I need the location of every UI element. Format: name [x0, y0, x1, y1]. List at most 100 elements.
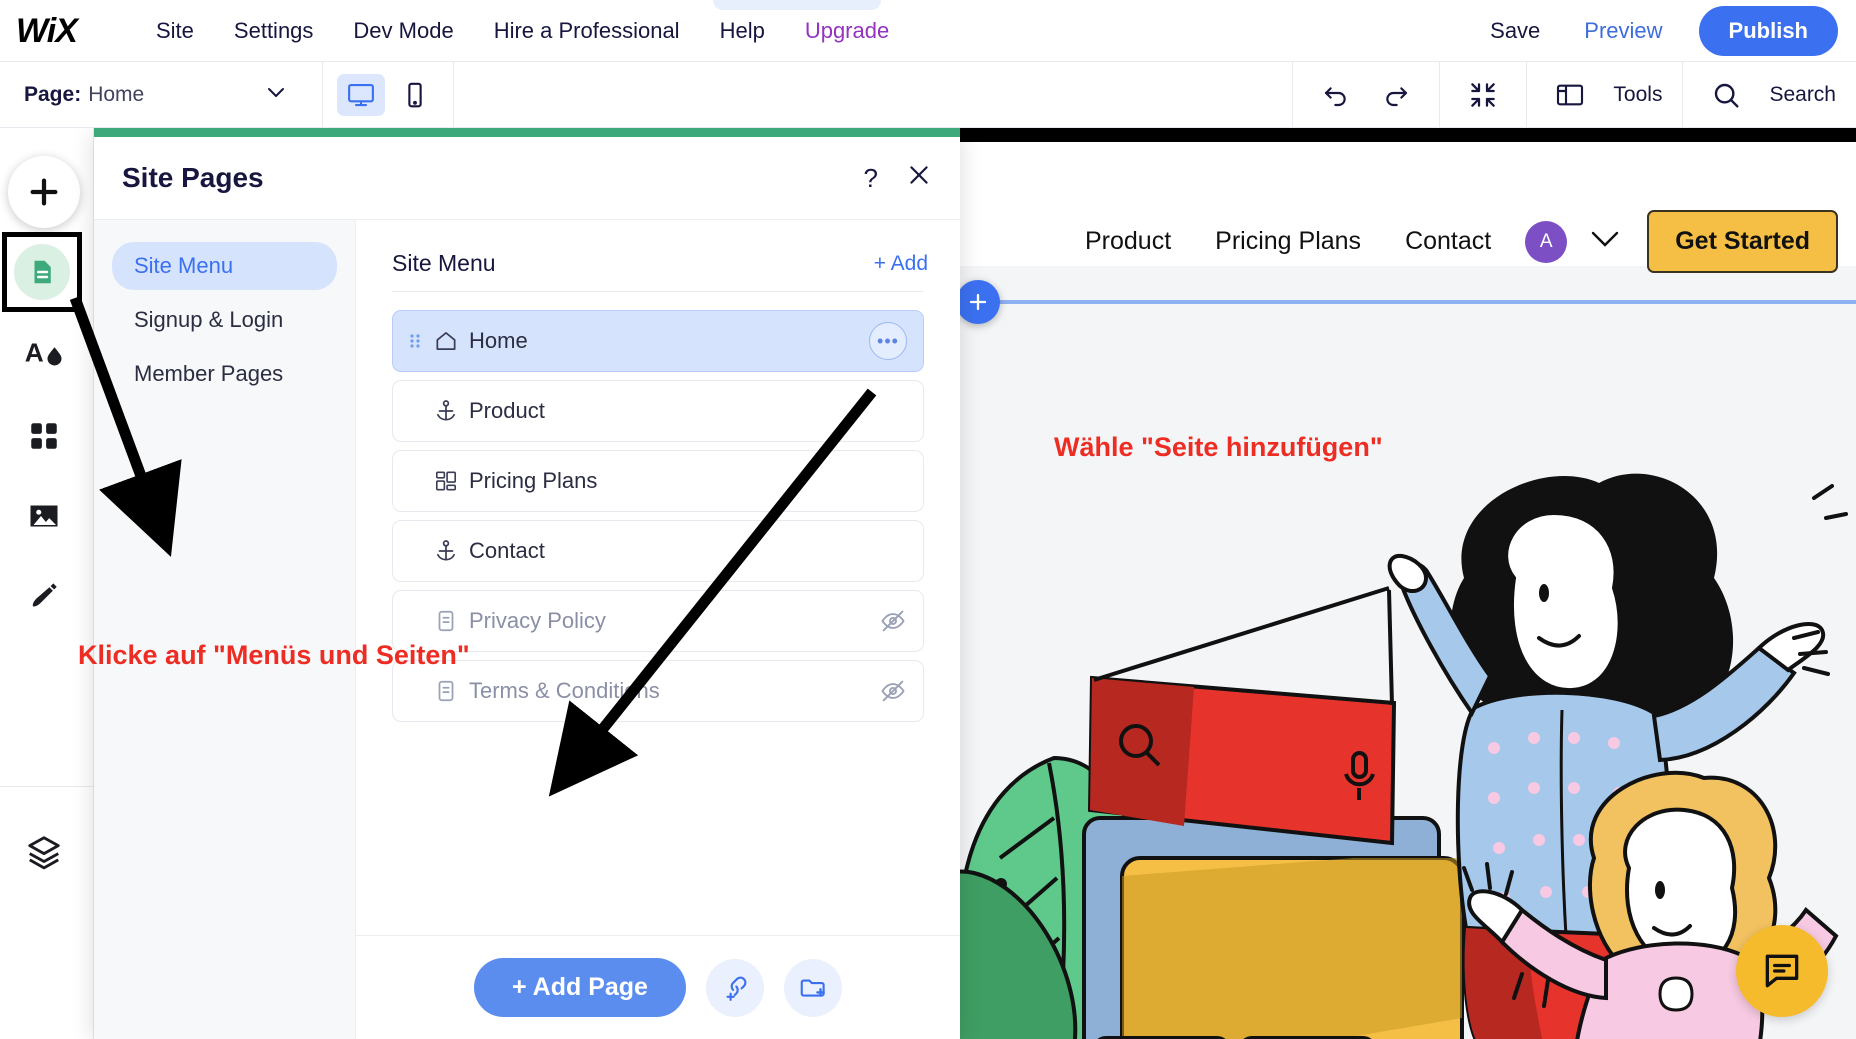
hero-illustration	[854, 458, 1856, 1039]
sidebar-item-site-pages[interactable]	[2, 232, 82, 312]
pages-list: Home ••• Product	[356, 292, 960, 935]
tools-panel-icon	[1547, 72, 1593, 118]
table-row[interactable]: Pricing Plans	[392, 450, 924, 512]
avatar[interactable]: A	[1525, 221, 1567, 263]
grid-icon	[429, 468, 463, 494]
panel-header-actions: ?	[864, 162, 932, 195]
sidebar-item-media[interactable]	[8, 482, 80, 554]
top-bar-actions: Save Preview Publish	[1468, 6, 1856, 56]
sidebar-item-blog[interactable]	[8, 562, 80, 634]
page-label: Terms & Conditions	[469, 678, 660, 704]
page-selector-label: Page:	[24, 83, 81, 107]
page-label: Product	[469, 398, 545, 424]
menu-upgrade[interactable]: Upgrade	[785, 12, 909, 50]
save-button[interactable]: Save	[1468, 12, 1562, 50]
sidebar-item-layers[interactable]	[8, 818, 80, 890]
page-selector[interactable]: Page: Home	[0, 78, 322, 111]
table-row[interactable]: Privacy Policy	[392, 590, 924, 652]
svg-text:WiX: WiX	[16, 12, 80, 50]
site-top-strip	[960, 128, 1856, 142]
menu-hire-a-professional[interactable]: Hire a Professional	[474, 12, 700, 50]
top-menu: Site Settings Dev Mode Hire a Profession…	[136, 12, 909, 50]
hidden-page-indicator[interactable]	[879, 677, 907, 705]
page-title: Site Pages	[122, 162, 264, 194]
publish-button[interactable]: Publish	[1699, 6, 1838, 56]
document-icon	[429, 678, 463, 704]
layers-icon	[25, 833, 63, 876]
panel-nav-signup-login[interactable]: Signup & Login	[112, 296, 337, 344]
history-group	[1293, 62, 1439, 128]
row-actions: •••	[869, 322, 907, 360]
hidden-page-indicator[interactable]	[879, 607, 907, 635]
page-label: Contact	[469, 538, 545, 564]
table-row[interactable]: Product	[392, 380, 924, 442]
rail-divider	[0, 786, 94, 787]
menu-site[interactable]: Site	[136, 12, 214, 50]
menu-help[interactable]: Help	[700, 12, 785, 50]
site-nav: Product Pricing Plans Contact A Get Star…	[1063, 210, 1838, 273]
svg-text:A: A	[25, 337, 44, 367]
anchor-icon	[429, 538, 463, 564]
site-header: Product Pricing Plans Contact A Get Star…	[960, 142, 1856, 266]
chat-button[interactable]	[1736, 925, 1828, 1017]
panel-nav-site-menu[interactable]: Site Menu	[112, 242, 337, 290]
site-nav-pricing-plans[interactable]: Pricing Plans	[1193, 227, 1383, 256]
add-elements-button[interactable]	[8, 156, 80, 228]
anchor-icon	[429, 398, 463, 424]
site-nav-contact[interactable]: Contact	[1383, 227, 1513, 256]
more-options-button[interactable]: •••	[869, 322, 907, 360]
panel-nav-member-pages[interactable]: Member Pages	[112, 350, 337, 398]
panel-footer: + Add Page	[356, 935, 960, 1039]
mobile-view-button[interactable]	[391, 74, 439, 116]
toolbar-divider-2	[453, 62, 454, 128]
menu-settings[interactable]: Settings	[214, 12, 334, 50]
tools-label: Tools	[1613, 83, 1662, 107]
pages-section-title: Site Menu	[392, 250, 496, 277]
table-row[interactable]: Home •••	[392, 310, 924, 372]
search-icon	[1703, 72, 1749, 118]
chevron-down-icon[interactable]	[1585, 226, 1625, 257]
panel-accent-bar	[94, 128, 960, 137]
add-folder-icon[interactable]	[784, 959, 842, 1017]
table-row[interactable]: Terms & Conditions	[392, 660, 924, 722]
add-page-button[interactable]: + Add Page	[474, 958, 686, 1017]
pen-icon	[26, 578, 62, 619]
search-label: Search	[1769, 83, 1836, 107]
zoom-group	[1440, 62, 1526, 128]
preview-button[interactable]: Preview	[1562, 12, 1684, 50]
redo-icon[interactable]	[1373, 72, 1419, 118]
home-icon	[429, 328, 463, 354]
sidebar-item-site-design[interactable]: A	[8, 322, 80, 394]
pages-icon	[14, 244, 70, 300]
table-row[interactable]: Contact	[392, 520, 924, 582]
page-label: Home	[469, 328, 528, 354]
desktop-view-button[interactable]	[337, 74, 385, 116]
chevron-down-icon	[262, 78, 290, 111]
add-section-button[interactable]	[956, 280, 1000, 324]
add-link-icon[interactable]	[706, 959, 764, 1017]
menu-dev-mode[interactable]: Dev Mode	[333, 12, 473, 50]
image-icon	[26, 498, 62, 539]
add-menu-item-button[interactable]: + Add	[874, 252, 928, 276]
editor-toolbar: Page: Home	[0, 62, 1856, 128]
site-nav-product[interactable]: Product	[1063, 227, 1193, 256]
apps-icon	[27, 419, 61, 458]
panel-body: Site Menu Signup & Login Member Pages Si…	[94, 219, 960, 1039]
page-selector-value: Home	[88, 83, 144, 107]
editor-top-bar: WiX Site Settings Dev Mode Hire a Profes…	[0, 0, 1856, 62]
wix-logo[interactable]: WiX	[16, 11, 102, 51]
search-group[interactable]: Search	[1683, 62, 1856, 128]
close-icon[interactable]	[906, 162, 932, 195]
question-mark-icon[interactable]: ?	[864, 163, 878, 194]
get-started-button[interactable]: Get Started	[1647, 210, 1838, 273]
sidebar-item-app-market[interactable]	[8, 402, 80, 474]
panel-content: Site Menu + Add	[356, 220, 960, 1039]
drag-handle-icon[interactable]	[409, 331, 425, 351]
site-pages-panel: Site Pages ? Site Menu Signup & Login Me…	[94, 128, 960, 1039]
add-section-line	[960, 300, 1856, 304]
panel-nav: Site Menu Signup & Login Member Pages	[94, 220, 356, 1039]
page-label: Privacy Policy	[469, 608, 606, 634]
zoom-out-icon[interactable]	[1460, 72, 1506, 118]
undo-icon[interactable]	[1313, 72, 1359, 118]
tools-group[interactable]: Tools	[1527, 62, 1682, 128]
